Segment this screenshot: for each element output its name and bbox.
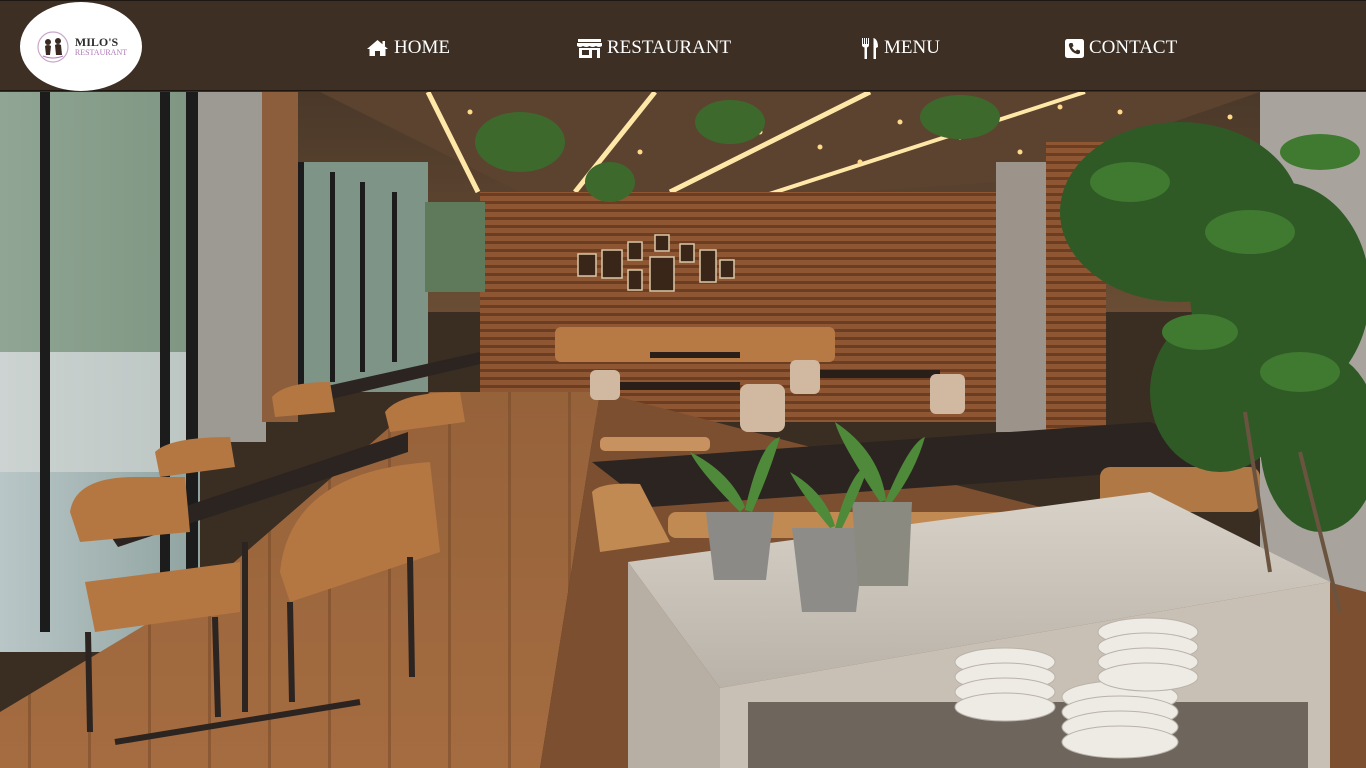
nav-contact-label: CONTACT [1089,37,1178,58]
nav-restaurant-link[interactable]: RESTAURANT [577,36,731,60]
nav-contact-link[interactable]: CONTACT [1065,36,1177,60]
logo-name: MILO'S [74,35,119,49]
phone-square-icon [1065,38,1084,58]
storefront-icon [577,39,602,58]
nav-menu-label: MENU [884,37,940,58]
nav-menu-link[interactable]: MENU [861,36,940,60]
logo-wordmark: MILO'S RESTAURANT [75,36,127,57]
nav-restaurant-label: RESTAURANT [607,37,732,58]
nav-home-link[interactable]: HOME [366,36,450,60]
restaurant-interior-photo [0,92,1366,768]
home-icon [367,40,388,56]
hero-image [0,92,1366,768]
utensils-icon [862,37,878,59]
site-header: MILO'S RESTAURANT HOME RESTAURANT MENU C… [0,0,1366,91]
nav-home-label: HOME [394,37,450,58]
restaurant-logo-mark [37,30,69,63]
logo-subtitle: RESTAURANT [74,48,128,57]
logo[interactable]: MILO'S RESTAURANT [20,2,142,91]
